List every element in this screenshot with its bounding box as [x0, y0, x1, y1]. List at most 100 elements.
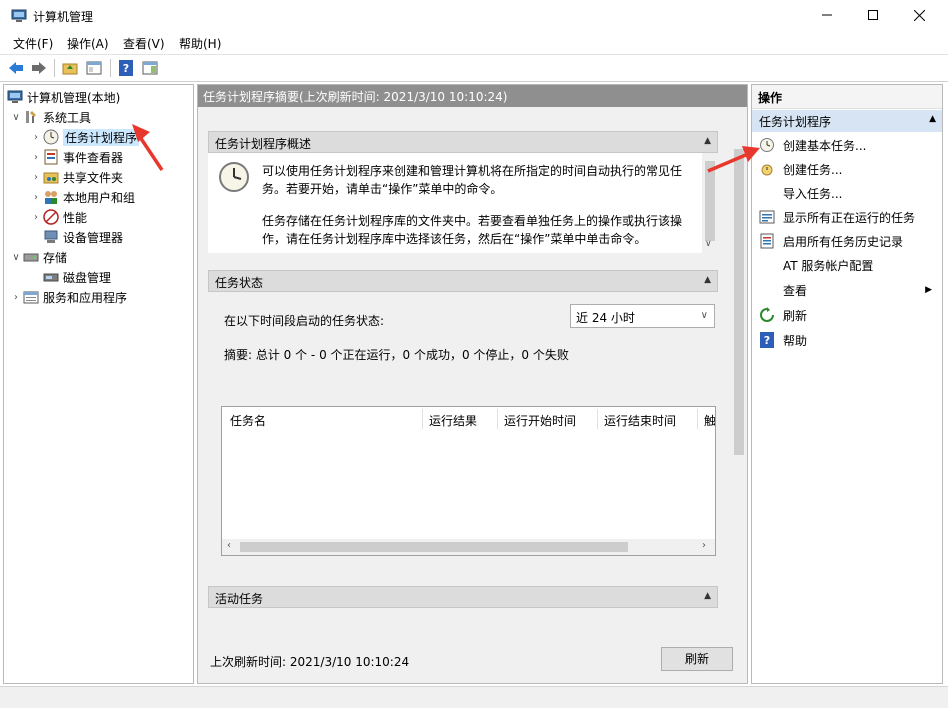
help-button[interactable]: ? [115, 58, 137, 78]
show-hide-tree-button[interactable] [83, 58, 105, 78]
running-tasks-icon [759, 210, 775, 224]
overview-section-header[interactable]: 任务计划程序概述 ▲ [208, 131, 718, 153]
chevron-down-icon[interactable]: ∨ [9, 112, 23, 123]
back-arrow-icon [9, 62, 23, 74]
chevron-right-icon[interactable]: › [29, 192, 43, 203]
action-label: 查看 [783, 283, 808, 298]
status-section-header[interactable]: 任务状态 ▲ [208, 270, 718, 292]
collapse-icon[interactable]: ▲ [704, 591, 711, 601]
tree-item-performance[interactable]: › 性能 [29, 207, 87, 227]
menu-help[interactable]: 帮助(H) [179, 35, 221, 52]
action-pane-button[interactable] [139, 58, 161, 78]
status-summary: 摘要: 总计 0 个 - 0 个正在运行，0 个成功，0 个停止，0 个失败 [224, 348, 569, 362]
tree-item-shared-folders[interactable]: › 共享文件夹 [29, 167, 123, 187]
task-status-table: 任务名 运行结果 运行开始时间 运行结束时间 触 ‹ › [221, 406, 716, 556]
tree-item-disk-management[interactable]: 磁盘管理 [43, 267, 111, 287]
overview-scrollbar[interactable]: ∨ [702, 153, 718, 253]
blank-icon [759, 185, 775, 201]
chevron-right-icon[interactable]: › [29, 132, 43, 143]
actions-section-task-scheduler[interactable]: 任务计划程序 ▲ [752, 110, 942, 132]
console-tree-icon [86, 61, 102, 75]
toolbar-separator [54, 59, 55, 77]
back-button[interactable] [5, 58, 27, 78]
scroll-right-icon[interactable]: › [702, 540, 706, 551]
collapse-icon[interactable]: ▲ [704, 275, 711, 285]
tree-item-label: 磁盘管理 [63, 270, 112, 285]
forward-button[interactable] [28, 58, 50, 78]
refresh-button[interactable]: 刷新 [661, 647, 733, 671]
tree-item-root[interactable]: 计算机管理(本地) [7, 87, 120, 107]
chevron-right-icon[interactable]: › [29, 152, 43, 163]
action-enable-history[interactable]: 启用所有任务历史记录 [752, 230, 942, 252]
help-icon: ? [760, 332, 774, 348]
tree-item-local-users[interactable]: › 本地用户和组 [29, 187, 135, 207]
column-separator[interactable] [497, 409, 498, 429]
close-button[interactable] [896, 0, 942, 30]
chevron-down-icon[interactable]: ∨ [9, 252, 23, 263]
tree-item-label: 存储 [43, 250, 68, 265]
summary-header: 任务计划程序摘要(上次刷新时间: 2021/3/10 10:10:24) [198, 85, 747, 107]
maximize-button[interactable] [850, 0, 896, 30]
chevron-right-icon[interactable]: › [29, 212, 43, 223]
chevron-down-icon: ∨ [700, 310, 708, 321]
action-help[interactable]: ? 帮助 [752, 329, 942, 351]
scrollbar-thumb[interactable] [705, 161, 715, 241]
overview-paragraph-1: 可以使用任务计划程序来创建和管理计算机将在所指定的时间自动执行的常见任务。若要开… [262, 164, 683, 196]
tree-item-label: 共享文件夹 [63, 170, 124, 185]
menu-view[interactable]: 查看(V) [123, 35, 165, 52]
scroll-left-icon[interactable]: ‹ [227, 540, 231, 551]
action-create-basic-task[interactable]: 创建基本任务... [752, 134, 942, 156]
tree-item-services-apps[interactable]: › 服务和应用程序 [9, 287, 127, 307]
column-header-task-name[interactable]: 任务名 [230, 412, 266, 429]
overview-body: 可以使用任务计划程序来创建和管理计算机将在所指定的时间自动执行的常见任务。若要开… [208, 153, 702, 253]
computer-management-icon [7, 90, 23, 103]
up-folder-button[interactable] [59, 58, 81, 78]
scrollbar-thumb[interactable] [734, 149, 744, 455]
action-at-service-account[interactable]: AT 服务帐户配置 [752, 254, 942, 276]
scrollbar-thumb[interactable] [240, 542, 628, 552]
column-header-end-time[interactable]: 运行结束时间 [604, 412, 676, 429]
tree-item-label: 事件查看器 [63, 150, 124, 165]
minimize-button[interactable] [804, 0, 850, 30]
overview-title: 任务计划程序概述 [215, 137, 312, 151]
action-show-running-tasks[interactable]: 显示所有正在运行的任务 [752, 206, 942, 228]
toolbar: ? [0, 54, 948, 82]
last-refresh-label: 上次刷新时间: 2021/3/10 10:10:24 [210, 655, 410, 669]
menu-file[interactable]: 文件(F) [13, 35, 53, 52]
tree-item-task-scheduler[interactable]: › 任务计划程序 [29, 127, 140, 147]
action-view[interactable]: 查看 ▶ [752, 279, 942, 301]
close-icon [913, 9, 925, 21]
column-separator[interactable] [697, 409, 698, 429]
menu-action[interactable]: 操作(A) [67, 35, 109, 52]
action-label: 创建任务... [783, 162, 843, 177]
folder-up-icon [62, 63, 78, 75]
history-icon [760, 233, 774, 249]
action-import-task[interactable]: 导入任务... [752, 182, 942, 204]
table-horizontal-scrollbar[interactable]: ‹ › [222, 539, 715, 555]
column-header-trigger[interactable]: 触 [704, 412, 715, 429]
chevron-right-icon[interactable]: › [29, 172, 43, 183]
tree-item-system-tools[interactable]: ∨ 系统工具 [9, 107, 91, 127]
disk-management-icon [43, 273, 59, 282]
scroll-down-icon[interactable]: ∨ [705, 239, 712, 249]
column-separator[interactable] [422, 409, 423, 429]
tree-item-device-manager[interactable]: 设备管理器 [43, 227, 123, 247]
tools-icon [26, 111, 36, 123]
column-separator[interactable] [597, 409, 598, 429]
action-refresh[interactable]: 刷新 [752, 304, 942, 326]
collapse-icon[interactable]: ▲ [929, 114, 936, 124]
collapse-icon[interactable]: ▲ [704, 136, 711, 146]
tree-item-storage[interactable]: ∨ 存储 [9, 247, 67, 267]
column-header-start-time[interactable]: 运行开始时间 [504, 412, 576, 429]
action-create-task[interactable]: 创建任务... [752, 158, 942, 180]
period-select[interactable]: 近 24 小时 ∨ [570, 304, 715, 328]
actions-header: 操作 [752, 85, 942, 109]
actions-section-label: 任务计划程序 [759, 115, 832, 129]
chevron-right-icon[interactable]: › [9, 292, 23, 303]
tree-item-event-viewer[interactable]: › 事件查看器 [29, 147, 123, 167]
vertical-scrollbar[interactable] [731, 133, 747, 683]
storage-icon [23, 253, 39, 262]
column-header-result[interactable]: 运行结果 [429, 412, 477, 429]
status-bar [0, 686, 948, 708]
active-section-header[interactable]: 活动任务 ▲ [208, 586, 718, 608]
